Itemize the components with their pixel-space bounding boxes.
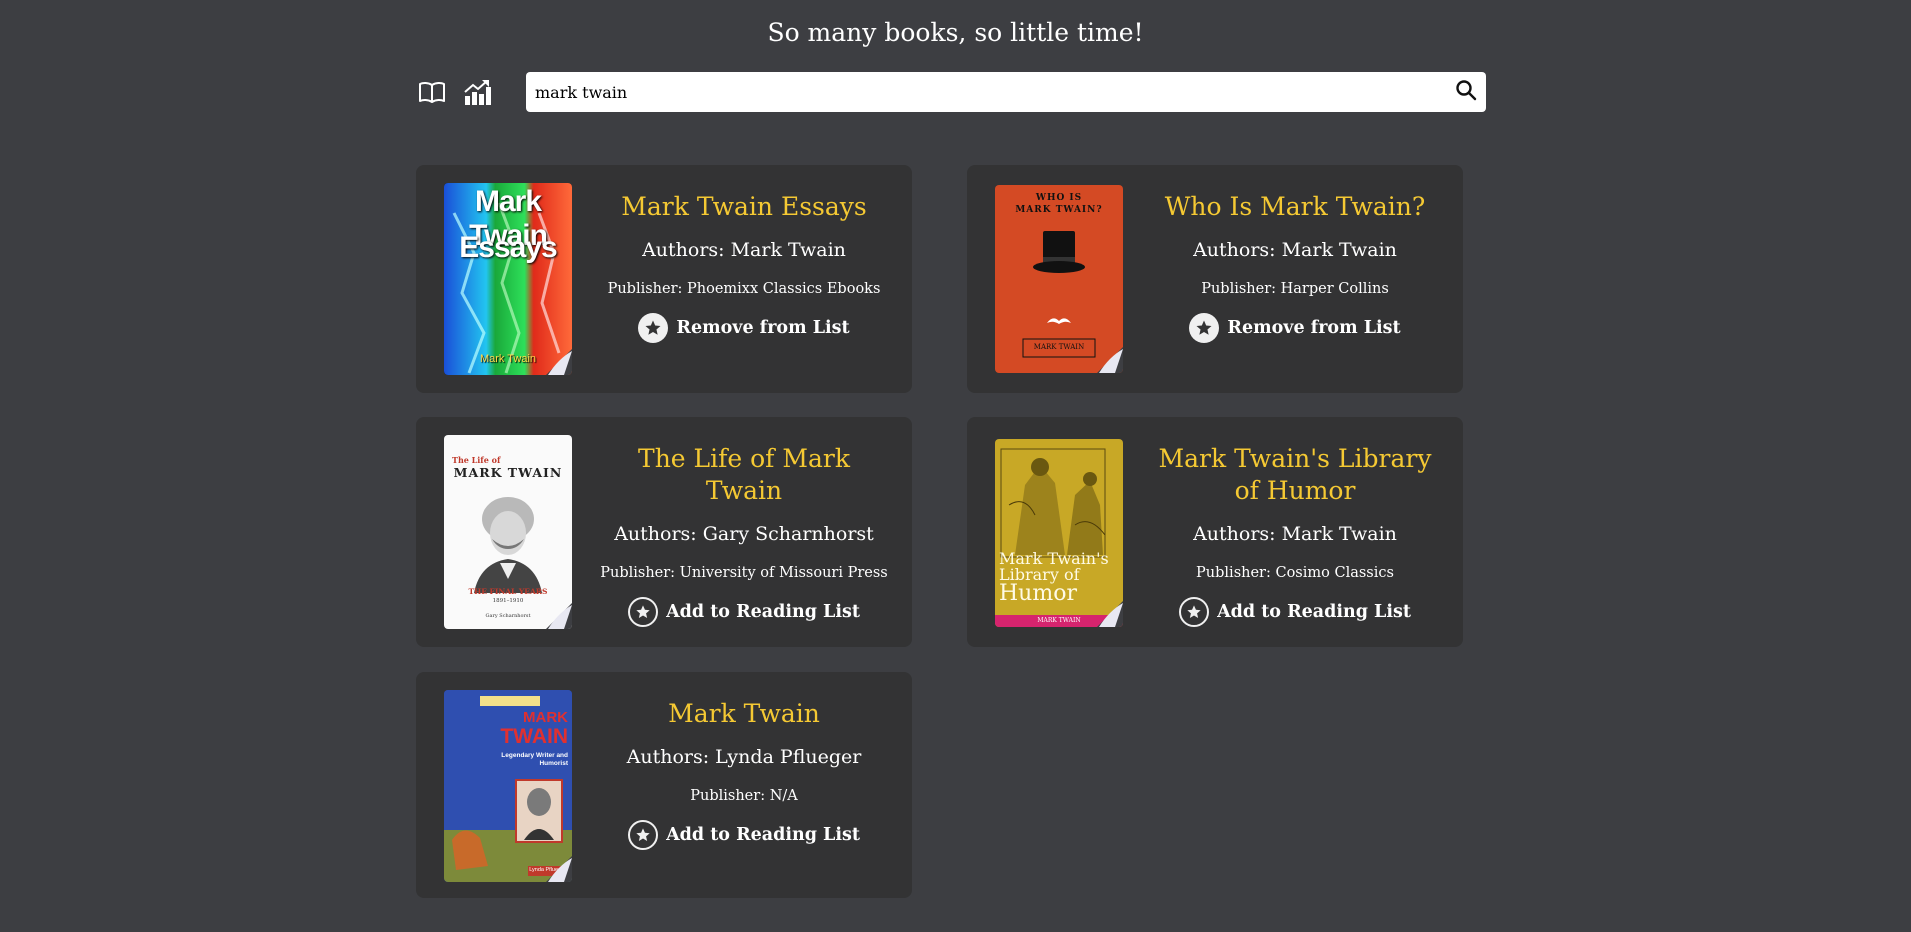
book-info: Mark Twain Essays Authors: Mark Twain Pu…	[599, 191, 889, 343]
cover-title: The Life of	[452, 455, 501, 465]
star-icon	[628, 597, 659, 627]
book-cover[interactable]: Mark Twain's Library of Humor MARK TWAIN	[995, 439, 1123, 627]
book-publisher: Publisher: Cosimo Classics	[1196, 565, 1394, 581]
book-title[interactable]: Who Is Mark Twain?	[1150, 191, 1440, 223]
action-label: Add to Reading List	[1217, 602, 1411, 622]
book-authors: Authors: Gary Scharnhorst	[614, 523, 874, 545]
book-title[interactable]: Mark Twain's Library of Humor	[1150, 443, 1440, 507]
book-authors: Authors: Lynda Pflueger	[626, 746, 862, 768]
book-card: MARK TWAIN Legendary Writer and Humorist…	[416, 672, 912, 898]
cover-subtitle-2: Legendary Writer and Humorist	[501, 752, 568, 767]
book-cover[interactable]: Mark Twain Essays Mark Twain	[444, 183, 572, 375]
book-cover[interactable]: WHO IS MARK TWAIN? MARK TWAIN	[995, 185, 1123, 373]
book-authors: Authors: Mark Twain	[642, 239, 846, 261]
remove-from-list-button[interactable]: Remove from List	[638, 313, 850, 343]
book-info: Mark Twain Authors: Lynda Pflueger Publi…	[599, 698, 889, 850]
cover-subtitle: MARK TWAIN	[453, 465, 563, 480]
book-title[interactable]: The Life of Mark Twain	[599, 443, 889, 507]
book-info: Who Is Mark Twain? Authors: Mark Twain P…	[1150, 191, 1440, 343]
add-to-reading-list-button[interactable]: Add to Reading List	[1179, 597, 1411, 627]
search-input[interactable]	[526, 73, 1446, 111]
book-card: Mark Twain's Library of Humor MARK TWAIN…	[967, 417, 1463, 647]
book-authors: Authors: Mark Twain	[1193, 523, 1397, 545]
star-icon	[628, 820, 659, 850]
book-info: The Life of Mark Twain Authors: Gary Sch…	[599, 443, 889, 627]
page-title: So many books, so little time!	[767, 18, 1144, 47]
search-bar	[526, 72, 1486, 112]
book-card: Mark Twain Essays Mark Twain Mark Twain …	[416, 165, 912, 393]
action-label: Add to Reading List	[666, 602, 860, 622]
add-to-reading-list-button[interactable]: Add to Reading List	[628, 597, 860, 627]
page-curl-icon	[546, 603, 572, 629]
open-book-icon[interactable]	[416, 77, 448, 107]
book-publisher: Publisher: N/A	[690, 788, 798, 804]
top-hat-icon	[1022, 231, 1096, 358]
page-curl-icon	[546, 856, 572, 882]
book-authors: Authors: Mark Twain	[1193, 239, 1397, 261]
book-cover[interactable]: MARK TWAIN Legendary Writer and Humorist…	[444, 690, 572, 882]
page-curl-icon	[1097, 601, 1123, 627]
portrait-image	[474, 497, 542, 593]
search-icon	[1455, 79, 1477, 105]
chart-icon[interactable]	[461, 77, 493, 107]
star-icon	[1179, 597, 1210, 627]
cover-subtitle-2: Humor	[999, 581, 1077, 606]
book-info: Mark Twain's Library of Humor Authors: M…	[1150, 443, 1440, 627]
book-publisher: Publisher: Phoemixx Classics Ebooks	[607, 281, 881, 297]
book-cover[interactable]: The Life of MARK TWAIN THE FINAL YEARS 1…	[444, 435, 572, 629]
page-curl-icon	[546, 349, 572, 375]
cover-subtitle: MARK TWAIN?	[1015, 205, 1103, 215]
book-title[interactable]: Mark Twain Essays	[599, 191, 889, 223]
cover-subtitle-2: THE FINAL YEARS	[468, 587, 548, 596]
cover-title: WHO IS	[1035, 193, 1083, 203]
star-icon	[1189, 313, 1220, 343]
remove-from-list-button[interactable]: Remove from List	[1189, 313, 1401, 343]
book-title[interactable]: Mark Twain	[599, 698, 889, 730]
book-card: WHO IS MARK TWAIN? MARK TWAIN Who Is Mar…	[967, 165, 1463, 393]
cover-subtitle: Essays	[459, 231, 557, 264]
illustration-image	[1000, 448, 1106, 558]
star-icon	[638, 313, 669, 343]
book-card: The Life of MARK TWAIN THE FINAL YEARS 1…	[416, 417, 912, 647]
action-label: Remove from List	[676, 318, 850, 338]
action-label: Add to Reading List	[666, 825, 860, 845]
cover-title: MARK	[523, 709, 568, 726]
page-curl-icon	[1097, 347, 1123, 373]
action-label: Remove from List	[1227, 318, 1401, 338]
search-button[interactable]	[1446, 72, 1486, 112]
book-publisher: Publisher: Harper Collins	[1201, 281, 1389, 297]
add-to-reading-list-button[interactable]: Add to Reading List	[628, 820, 860, 850]
book-publisher: Publisher: University of Missouri Press	[600, 565, 888, 581]
cover-subtitle: TWAIN	[500, 725, 568, 748]
